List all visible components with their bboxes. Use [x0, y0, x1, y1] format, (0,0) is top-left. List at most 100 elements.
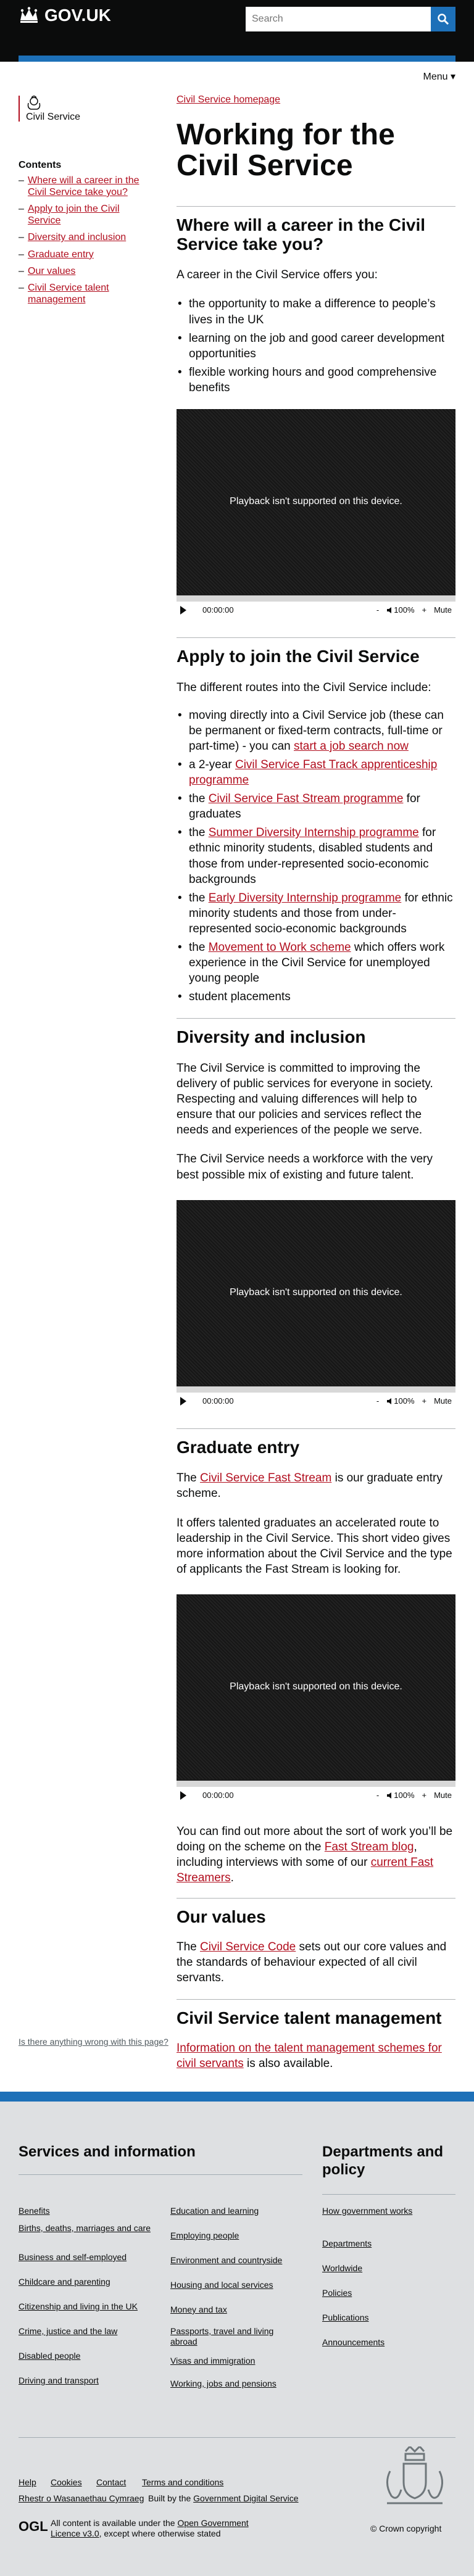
sidebar: Civil Service Contents Where will a care…: [19, 93, 154, 310]
contents-link-diversity[interactable]: Diversity and inclusion: [28, 232, 126, 242]
footer-meta-welsh[interactable]: Rhestr o Wasanaethau Cymraeg: [19, 2493, 144, 2504]
civil-service-code-link[interactable]: Civil Service Code: [200, 1940, 296, 1953]
volume-down-button[interactable]: -: [376, 605, 379, 616]
volume-up-button[interactable]: +: [422, 1396, 427, 1407]
footer-meta-contact[interactable]: Contact: [96, 2477, 126, 2488]
early-diversity-link[interactable]: Early Diversity Internship programme: [209, 892, 402, 905]
footer-link-policies[interactable]: Policies: [322, 2288, 446, 2298]
footer-link-housing[interactable]: Housing and local services: [170, 2280, 306, 2290]
video-progress-track[interactable]: [177, 1780, 455, 1787]
play-icon[interactable]: [180, 1791, 186, 1800]
mute-button[interactable]: Mute: [434, 1396, 452, 1407]
section-heading: Apply to join the Civil Service: [177, 637, 455, 666]
footer-link-how-government-works[interactable]: How government works: [322, 2206, 415, 2216]
footer-link-publications[interactable]: Publications: [322, 2313, 446, 2323]
text: Built by the: [148, 2493, 194, 2503]
volume-value: 100%: [394, 1791, 415, 1800]
video-unsupported-message: Playback isn't supported on this device.: [230, 496, 402, 507]
mute-button[interactable]: Mute: [434, 1790, 452, 1801]
footer-built-by: Built by the Government Digital Service: [148, 2493, 299, 2504]
diversity-paragraph: The Civil Service is committed to improv…: [177, 1062, 433, 1137]
section-talent: Civil Service talent management Informat…: [177, 1999, 455, 2071]
fast-stream-link[interactable]: Civil Service Fast Stream: [200, 1472, 331, 1485]
video-time: 00:00:00: [202, 605, 234, 615]
footer-link-passports[interactable]: Passports, travel and living abroad: [170, 2326, 300, 2347]
footer-link-crime[interactable]: Crime, justice and the law: [19, 2326, 154, 2337]
fast-stream-blog-link[interactable]: Fast Stream blog: [325, 1841, 414, 1853]
crown-copyright-link[interactable]: © Crown copyright: [370, 2524, 441, 2534]
page-body: Civil Service Contents Where will a care…: [0, 93, 474, 2129]
footer-link-announcements[interactable]: Announcements: [322, 2337, 446, 2348]
volume-up-button[interactable]: +: [422, 605, 427, 616]
footer-link-departments[interactable]: Departments: [322, 2238, 446, 2249]
list-text: the: [189, 792, 209, 806]
footer-link-childcare[interactable]: Childcare and parenting: [19, 2277, 154, 2287]
play-icon[interactable]: [180, 605, 186, 615]
play-icon[interactable]: [180, 1396, 186, 1406]
volume-up-button[interactable]: +: [422, 1790, 427, 1801]
summer-diversity-link[interactable]: Summer Diversity Internship programme: [209, 826, 419, 839]
footer-link-births[interactable]: Births, deaths, marriages and care: [19, 2223, 154, 2234]
footer-link-driving[interactable]: Driving and transport: [19, 2375, 154, 2386]
section-heading: Our values: [177, 1898, 455, 1927]
video-progress-track[interactable]: [177, 595, 455, 602]
contents-link-career[interactable]: Where will a career in the Civil Service…: [28, 175, 139, 197]
video-player[interactable]: Playback isn't supported on this device.…: [177, 1199, 455, 1410]
footer-meta-cookies[interactable]: Cookies: [51, 2477, 82, 2488]
contents-link-graduate[interactable]: Graduate entry: [28, 249, 94, 260]
career-benefits-list: the opportunity to make a difference to …: [177, 296, 455, 395]
fast-stream-link[interactable]: Civil Service Fast Stream programme: [209, 792, 404, 805]
section-career: Where will a career in the Civil Service…: [177, 205, 455, 619]
search-button[interactable]: [431, 7, 455, 31]
apply-routes-list: moving directly into a Civil Service job…: [177, 708, 455, 1004]
organisation-name-link[interactable]: Civil Service: [26, 110, 154, 124]
footer-link-working[interactable]: Working, jobs and pensions: [170, 2379, 306, 2389]
search-form: [246, 7, 455, 31]
govuk-logo[interactable]: GOV.UK: [19, 4, 111, 27]
footer-link-money[interactable]: Money and tax: [170, 2305, 306, 2315]
apply-intro: The different routes into the Civil Serv…: [177, 681, 431, 694]
section-heading: Where will a career in the Civil Service…: [177, 205, 455, 254]
footer-link-disabled[interactable]: Disabled people: [19, 2351, 154, 2361]
contents-link-talent[interactable]: Civil Service talent management: [28, 283, 109, 305]
contents-item: Graduate entry: [19, 249, 154, 260]
footer-link-education[interactable]: Education and learning: [170, 2206, 306, 2216]
contents-link-values[interactable]: Our values: [28, 266, 75, 276]
search-input[interactable]: [246, 7, 431, 31]
video-player[interactable]: Playback isn't supported on this device.…: [177, 408, 455, 619]
footer-link-citizenship[interactable]: Citizenship and living in the UK: [19, 2301, 167, 2312]
volume-down-button[interactable]: -: [376, 1396, 379, 1407]
footer-meta-help[interactable]: Help: [19, 2477, 36, 2488]
search-icon: [438, 14, 449, 25]
footer-link-worldwide[interactable]: Worldwide: [322, 2263, 446, 2274]
volume-down-button[interactable]: -: [376, 1790, 379, 1801]
page-title: Working for the Civil Service: [177, 118, 395, 182]
video-progress-track[interactable]: [177, 1386, 455, 1393]
volume-indicator: 100%: [386, 605, 415, 616]
job-search-link[interactable]: start a job search now: [294, 740, 409, 753]
menu-toggle[interactable]: Menu ▾: [423, 70, 456, 84]
list-text: the: [189, 891, 209, 905]
video-unsupported-message: Playback isn't supported on this device.: [230, 1286, 402, 1298]
mute-button[interactable]: Mute: [434, 605, 452, 616]
movement-to-work-link[interactable]: Movement to Work scheme: [209, 941, 351, 954]
contents-list: Where will a career in the Civil Service…: [19, 175, 154, 306]
contents-item: Civil Service talent management: [19, 282, 154, 305]
speaker-icon: [387, 607, 392, 613]
contents-link-apply[interactable]: Apply to join the Civil Service: [28, 204, 120, 226]
values-paragraph: The Civil Service Code sets out our core…: [177, 1939, 455, 1986]
volume-value: 100%: [394, 605, 415, 615]
footer-link-employing[interactable]: Employing people: [170, 2230, 306, 2241]
video-screen: Playback isn't supported on this device.: [177, 1199, 455, 1385]
footer-link-environment[interactable]: Environment and countryside: [170, 2255, 306, 2266]
report-problem-link[interactable]: Is there anything wrong with this page?: [19, 2036, 168, 2048]
video-player[interactable]: Playback isn't supported on this device.…: [177, 1594, 455, 1804]
section-heading: Civil Service talent management: [177, 1999, 455, 2028]
gds-link[interactable]: Government Digital Service: [193, 2493, 298, 2503]
footer-link-visas[interactable]: Visas and immigration: [170, 2356, 306, 2366]
footer-services-heading: Services and information: [19, 2143, 196, 2160]
footer-link-benefits[interactable]: Benefits: [19, 2206, 154, 2216]
footer-link-business[interactable]: Business and self-employed: [19, 2252, 154, 2263]
footer-meta-terms[interactable]: Terms and conditions: [142, 2477, 223, 2488]
breadcrumb-link[interactable]: Civil Service homepage: [177, 93, 455, 120]
